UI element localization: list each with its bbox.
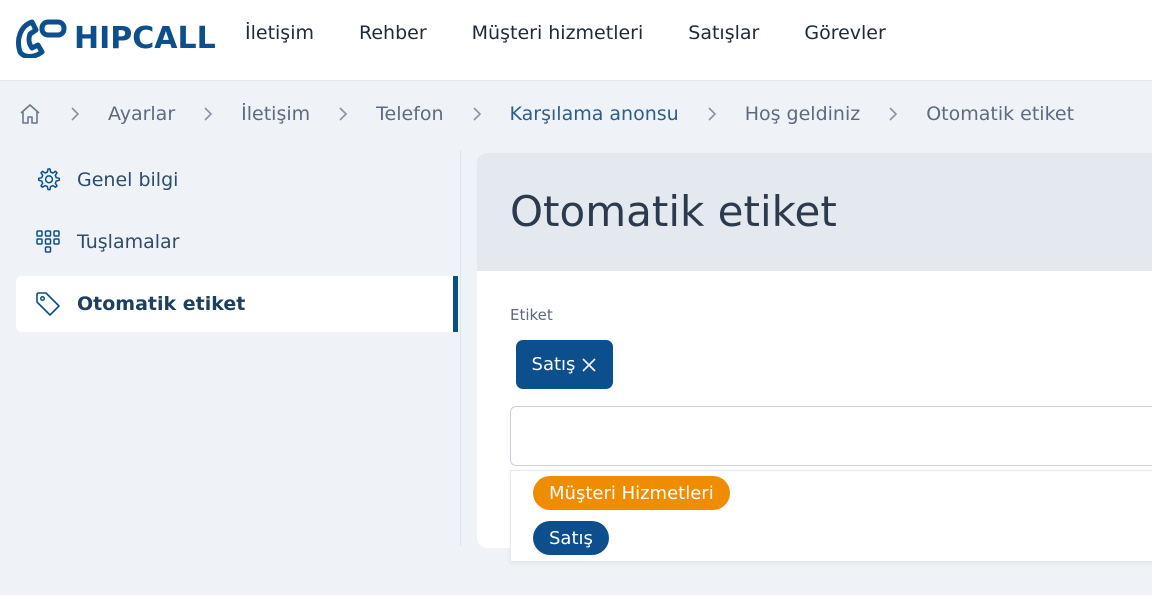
breadcrumb-ayarlar[interactable]: Ayarlar	[108, 103, 175, 125]
nav-item-iletisim[interactable]: İletişim	[245, 22, 314, 44]
breadcrumb-telefon[interactable]: Telefon	[376, 103, 443, 125]
phone-logo-icon	[14, 14, 68, 62]
keypad-icon	[34, 228, 62, 256]
selected-tag-label: Satış	[531, 354, 576, 375]
close-icon[interactable]	[581, 357, 597, 373]
gear-icon	[34, 166, 62, 194]
option-label: Müşteri Hizmetleri	[549, 482, 714, 504]
breadcrumb-karsilama-anonsu[interactable]: Karşılama anonsu	[510, 103, 679, 125]
sidebar-item-label: Otomatik etiket	[77, 293, 246, 315]
breadcrumb-iletisim[interactable]: İletişim	[241, 103, 310, 125]
chevron-right-icon	[707, 107, 717, 121]
sidebar-item-label: Genel bilgi	[77, 169, 179, 191]
breadcrumb-hos-geldiniz[interactable]: Hoş geldiniz	[745, 103, 861, 125]
logo-text: HIPCALL	[74, 20, 216, 56]
chevron-right-icon	[472, 107, 482, 121]
logo[interactable]: HIPCALL	[14, 14, 216, 62]
breadcrumb: Ayarlar İletişim Telefon Karşılama anons…	[18, 102, 1074, 126]
sidebar-item-otomatik-etiket[interactable]: Otomatik etiket	[16, 276, 458, 332]
option-musteri-hizmetleri[interactable]: Müşteri Hizmetleri	[533, 476, 730, 510]
tag-field-label: Etiket	[510, 306, 553, 324]
option-label: Satış	[549, 527, 593, 549]
sidebar-item-tuslamalar[interactable]: Tuşlamalar	[16, 214, 458, 270]
tag-icon	[34, 290, 62, 318]
panel-header: Otomatik etiket	[477, 153, 1152, 271]
top-bar: HIPCALL İletişim Rehber Müşteri hizmetle…	[0, 0, 1152, 81]
tag-search-input[interactable]	[510, 406, 1152, 466]
breadcrumb-otomatik-etiket: Otomatik etiket	[926, 103, 1075, 125]
option-satis[interactable]: Satış	[533, 521, 609, 555]
nav-item-musteri-hizmetleri[interactable]: Müşteri hizmetleri	[472, 22, 644, 44]
sidebar-item-label: Tuşlamalar	[77, 231, 180, 253]
sidebar-item-genel-bilgi[interactable]: Genel bilgi	[16, 152, 458, 208]
tag-options-dropdown: Müşteri Hizmetleri Satış	[510, 470, 1152, 562]
nav-item-rehber[interactable]: Rehber	[359, 22, 427, 44]
home-icon[interactable]	[18, 102, 42, 126]
chevron-right-icon	[888, 107, 898, 121]
sidebar: Genel bilgi Tuşlamalar Otomatik etiket	[16, 150, 461, 546]
chevron-right-icon	[70, 107, 80, 121]
page-title: Otomatik etiket	[510, 187, 837, 236]
main-nav: İletişim Rehber Müşteri hizmetleri Satış…	[245, 22, 931, 44]
chevron-right-icon	[203, 107, 213, 121]
nav-item-satislar[interactable]: Satışlar	[688, 22, 759, 44]
nav-item-gorevler[interactable]: Görevler	[804, 22, 885, 44]
selected-tag-chip[interactable]: Satış	[516, 340, 613, 389]
chevron-right-icon	[338, 107, 348, 121]
